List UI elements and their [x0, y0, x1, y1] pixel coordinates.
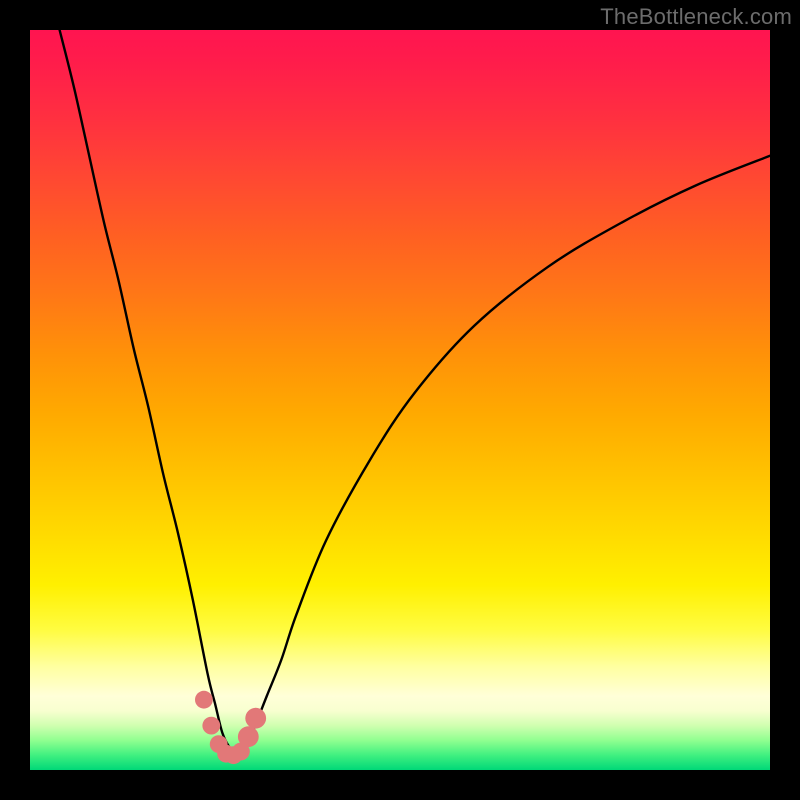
data-point-marker	[238, 726, 259, 747]
chart-svg	[30, 30, 770, 770]
marker-group	[195, 691, 266, 764]
data-point-marker	[195, 691, 213, 709]
data-point-marker	[202, 717, 220, 735]
plot-area	[30, 30, 770, 770]
data-point-marker	[245, 708, 266, 729]
chart-frame: TheBottleneck.com	[0, 0, 800, 800]
watermark-text: TheBottleneck.com	[600, 4, 792, 30]
bottleneck-curve	[60, 30, 770, 755]
